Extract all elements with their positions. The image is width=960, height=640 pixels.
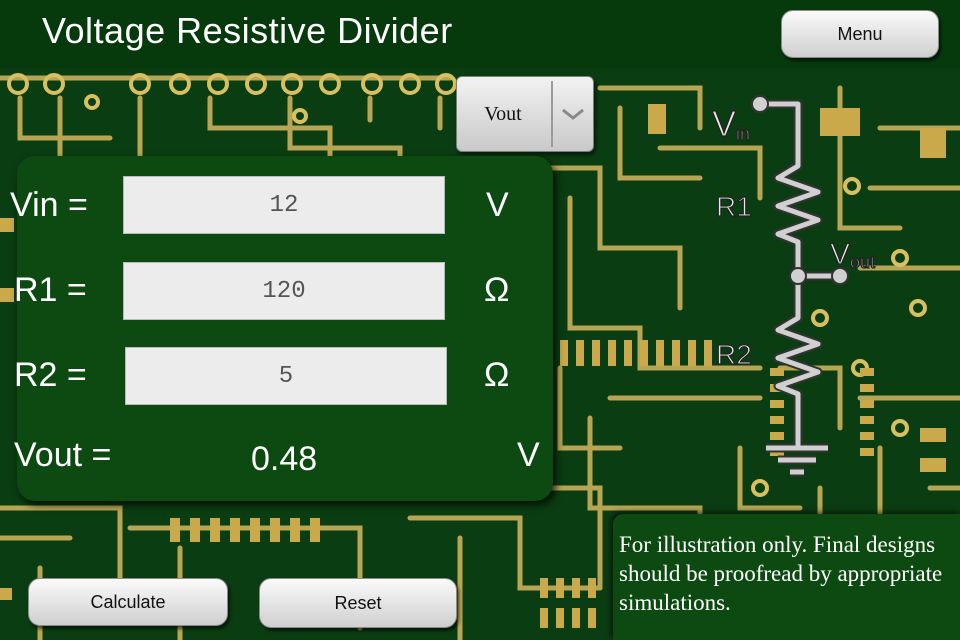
r1-input[interactable]: 120 <box>123 262 445 320</box>
vin-label: Vin = <box>10 186 88 224</box>
calculator-panel: Vin = 12 V R1 = 120 Ω R2 = 5 Ω Vout = 0.… <box>10 156 553 501</box>
vin-unit: V <box>486 186 509 224</box>
schematic-r1-label: R1 <box>716 191 752 222</box>
divider-schematic: V in R1 V out R2 <box>711 95 876 477</box>
vout-label: Vout = <box>14 436 112 474</box>
vin-input[interactable]: 12 <box>123 176 445 234</box>
vout-result: 0.48 <box>251 440 318 478</box>
r2-input[interactable]: 5 <box>125 347 447 405</box>
schematic-vin-subscript: in <box>736 124 750 144</box>
schematic-vout-label: V <box>830 238 850 271</box>
calculate-button[interactable]: Calculate <box>28 578 228 626</box>
menu-button[interactable]: Menu <box>781 10 939 58</box>
schematic-vout-subscript: out <box>850 252 875 272</box>
solve-for-value: Vout <box>484 102 522 125</box>
r2-label: R2 = <box>14 356 87 394</box>
app-title: Voltage Resistive Divider <box>42 10 453 51</box>
schematic-vin-label: V <box>712 103 736 144</box>
disclaimer-text: For illustration only. Final designs sho… <box>619 532 943 615</box>
r1-label: R1 = <box>14 271 87 309</box>
vout-unit: V <box>517 436 540 474</box>
chevron-down-icon[interactable] <box>553 77 593 151</box>
reset-button[interactable]: Reset <box>259 578 457 628</box>
schematic-r2-label: R2 <box>716 339 752 370</box>
r1-unit: Ω <box>484 271 510 309</box>
disclaimer-box: For illustration only. Final designs sho… <box>613 514 960 640</box>
r2-unit: Ω <box>484 356 510 394</box>
solve-for-select[interactable]: Vout <box>456 76 594 152</box>
